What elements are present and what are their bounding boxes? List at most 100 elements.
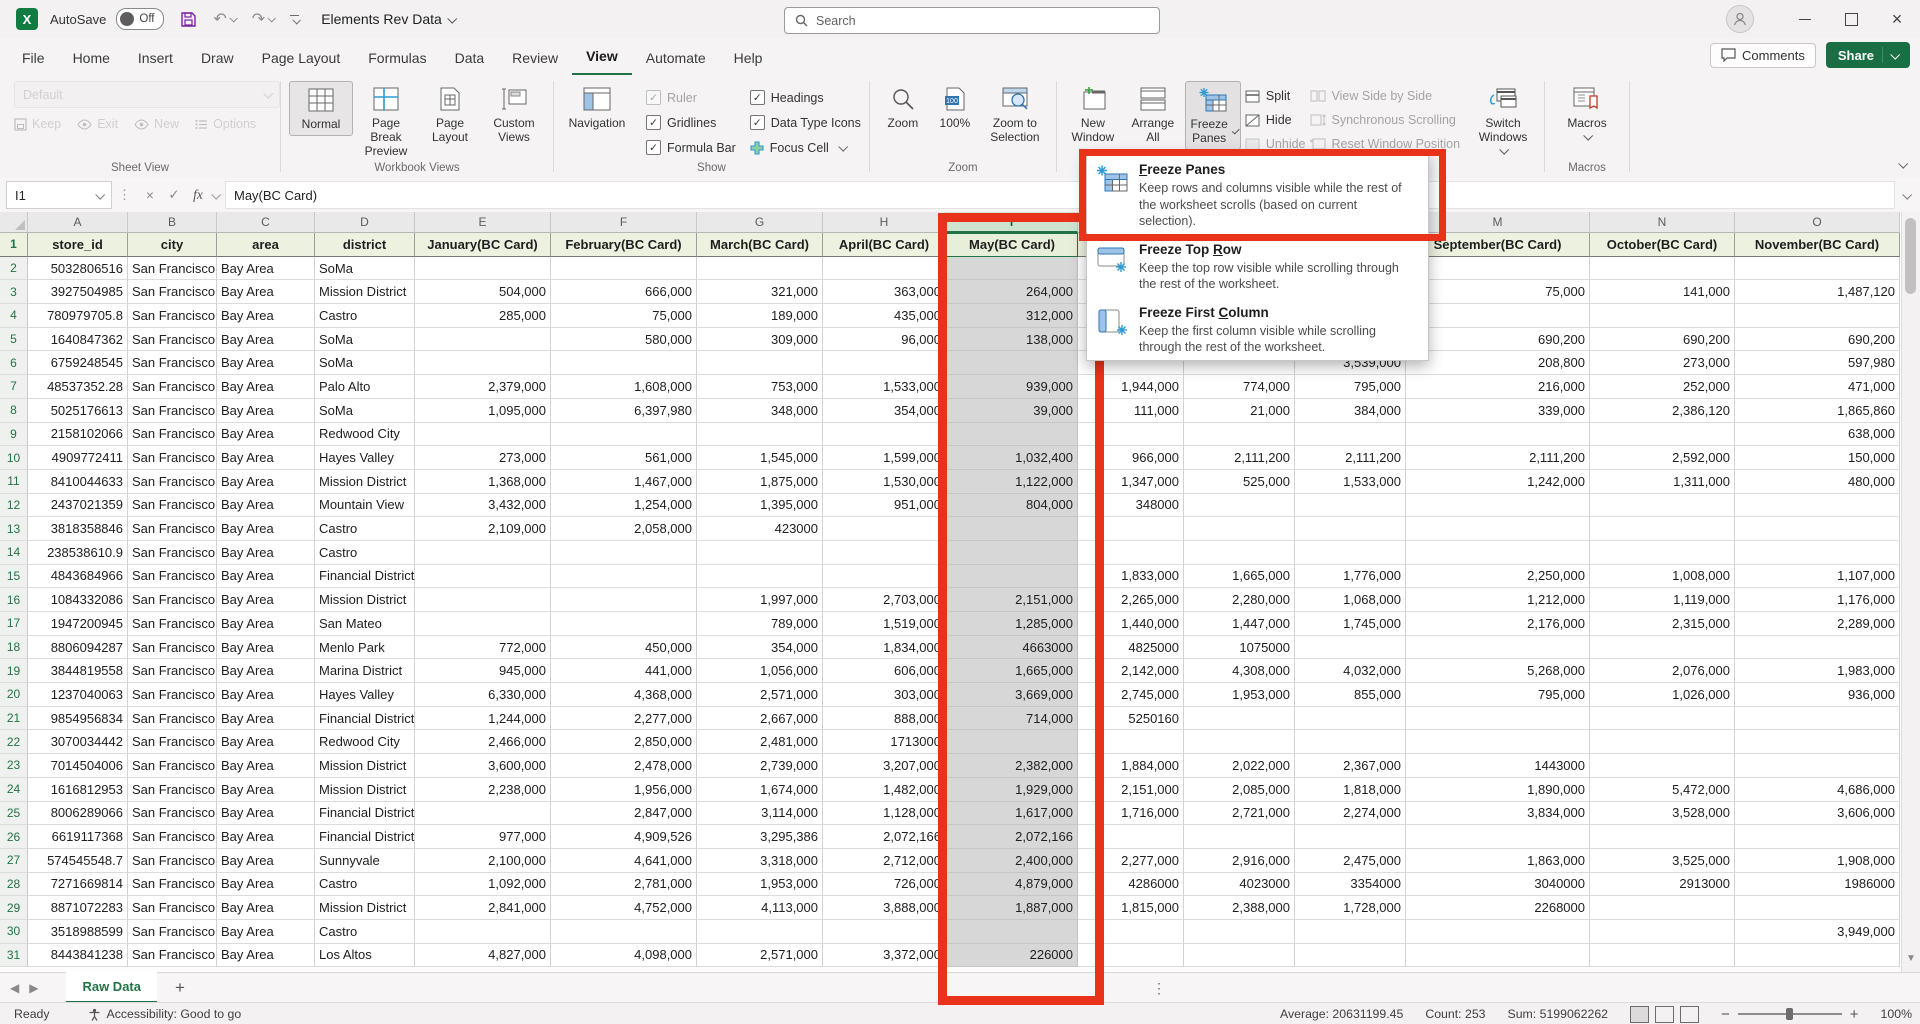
- cell[interactable]: 2,274,000: [1295, 802, 1406, 826]
- cell[interactable]: 6,330,000: [415, 683, 551, 707]
- row-header-5[interactable]: 5: [0, 328, 28, 352]
- cell[interactable]: Mountain View: [315, 494, 415, 518]
- cell[interactable]: 3,834,000: [1406, 802, 1590, 826]
- cell[interactable]: 2,481,000: [697, 730, 823, 754]
- cell[interactable]: 321,000: [697, 280, 823, 304]
- cell[interactable]: San Francisco: [128, 778, 217, 802]
- cell[interactable]: 2,151,000: [946, 588, 1078, 612]
- col-header-G[interactable]: G: [697, 212, 823, 233]
- cell[interactable]: 1,674,000: [697, 778, 823, 802]
- cell[interactable]: [1735, 541, 1900, 565]
- cell[interactable]: 189,000: [697, 304, 823, 328]
- cell[interactable]: 945,000: [415, 659, 551, 683]
- row-header-30[interactable]: 30: [0, 920, 28, 944]
- page-break-preview-button[interactable]: Page Break Preview: [355, 81, 417, 161]
- cell[interactable]: 3354000: [1295, 873, 1406, 897]
- row-header-1[interactable]: 1: [0, 233, 28, 257]
- cell[interactable]: [1184, 517, 1295, 541]
- cell[interactable]: San Mateo: [315, 612, 415, 636]
- vertical-scrollbar-thumb[interactable]: [1905, 218, 1916, 294]
- cell[interactable]: [1295, 825, 1406, 849]
- cell[interactable]: [946, 730, 1078, 754]
- cell[interactable]: [1406, 707, 1590, 731]
- cell[interactable]: 8806094287: [28, 636, 128, 660]
- cell[interactable]: [1406, 825, 1590, 849]
- cell[interactable]: 780979705.8: [28, 304, 128, 328]
- cell[interactable]: 216,000: [1406, 375, 1590, 399]
- cell[interactable]: [415, 423, 551, 447]
- row-header-31[interactable]: 31: [0, 944, 28, 968]
- cell[interactable]: 2268000: [1406, 896, 1590, 920]
- cell[interactable]: Menlo Park: [315, 636, 415, 660]
- cell[interactable]: Bay Area: [217, 636, 315, 660]
- cell[interactable]: [1184, 423, 1295, 447]
- status-count[interactable]: Count: 253: [1425, 1007, 1485, 1021]
- cell[interactable]: [823, 423, 946, 447]
- cell[interactable]: 939,000: [946, 375, 1078, 399]
- cell[interactable]: 2,667,000: [697, 707, 823, 731]
- cell[interactable]: 1,599,000: [823, 446, 946, 470]
- cell[interactable]: 3,207,000: [823, 754, 946, 778]
- cell[interactable]: 2,100,000: [415, 849, 551, 873]
- cell[interactable]: 3818358846: [28, 517, 128, 541]
- cell[interactable]: 1616812953: [28, 778, 128, 802]
- cell[interactable]: 4,686,000: [1735, 778, 1900, 802]
- cell[interactable]: [1295, 517, 1406, 541]
- cell[interactable]: 7014504006: [28, 754, 128, 778]
- row-header-16[interactable]: 16: [0, 588, 28, 612]
- cell[interactable]: 2,289,000: [1735, 612, 1900, 636]
- cell[interactable]: 1,665,000: [1184, 565, 1295, 589]
- cell[interactable]: 1,887,000: [946, 896, 1078, 920]
- cell[interactable]: 2437021359: [28, 494, 128, 518]
- cell[interactable]: Mission District: [315, 896, 415, 920]
- cell[interactable]: 2,475,000: [1295, 849, 1406, 873]
- function-chevron-icon[interactable]: [211, 189, 221, 199]
- cell[interactable]: San Francisco: [128, 304, 217, 328]
- cell[interactable]: Bay Area: [217, 517, 315, 541]
- cell[interactable]: 2,085,000: [1184, 778, 1295, 802]
- cell[interactable]: 2,386,120: [1590, 399, 1735, 423]
- zoom-slider-thumb[interactable]: [1786, 1008, 1793, 1020]
- cell[interactable]: 285,000: [415, 304, 551, 328]
- arrange-all-button[interactable]: Arrange All: [1125, 81, 1181, 148]
- cell[interactable]: [1295, 944, 1406, 968]
- tab-draw[interactable]: Draw: [187, 42, 248, 75]
- cell[interactable]: 1,953,000: [697, 873, 823, 897]
- cell[interactable]: 2,111,200: [1295, 446, 1406, 470]
- cell[interactable]: 8410044633: [28, 470, 128, 494]
- cell[interactable]: 1,128,000: [823, 802, 946, 826]
- cell[interactable]: 3,888,000: [823, 896, 946, 920]
- cell[interactable]: 1,092,000: [415, 873, 551, 897]
- cell[interactable]: 3,372,000: [823, 944, 946, 968]
- cell[interactable]: 1,545,000: [697, 446, 823, 470]
- col-header-N[interactable]: N: [1590, 212, 1735, 233]
- cell[interactable]: 1,026,000: [1590, 683, 1735, 707]
- cell[interactable]: 3844819558: [28, 659, 128, 683]
- cell[interactable]: [415, 257, 551, 281]
- cell[interactable]: 1,487,120: [1735, 280, 1900, 304]
- cell[interactable]: 348,000: [697, 399, 823, 423]
- cell[interactable]: 6759248545: [28, 351, 128, 375]
- custom-views-button[interactable]: Custom Views: [483, 81, 545, 148]
- cell[interactable]: Bay Area: [217, 778, 315, 802]
- cell[interactable]: Bay Area: [217, 399, 315, 423]
- row-header-13[interactable]: 13: [0, 517, 28, 541]
- cell[interactable]: March(BC Card): [697, 233, 823, 257]
- cell[interactable]: 4286000: [1078, 873, 1184, 897]
- cell[interactable]: [551, 920, 697, 944]
- cell[interactable]: 2,109,000: [415, 517, 551, 541]
- cell[interactable]: [1590, 423, 1735, 447]
- cell[interactable]: SoMa: [315, 351, 415, 375]
- cell[interactable]: SoMa: [315, 257, 415, 281]
- cell[interactable]: 638,000: [1735, 423, 1900, 447]
- cell[interactable]: 2,400,000: [946, 849, 1078, 873]
- cell[interactable]: 3,600,000: [415, 754, 551, 778]
- cell[interactable]: Bay Area: [217, 683, 315, 707]
- cell[interactable]: [946, 423, 1078, 447]
- cell[interactable]: [1184, 707, 1295, 731]
- cell[interactable]: [1735, 494, 1900, 518]
- cell[interactable]: 3,525,000: [1590, 849, 1735, 873]
- cell[interactable]: 3,432,000: [415, 494, 551, 518]
- focus-cell-button[interactable]: Focus Cell: [750, 137, 861, 158]
- cell[interactable]: [1406, 944, 1590, 968]
